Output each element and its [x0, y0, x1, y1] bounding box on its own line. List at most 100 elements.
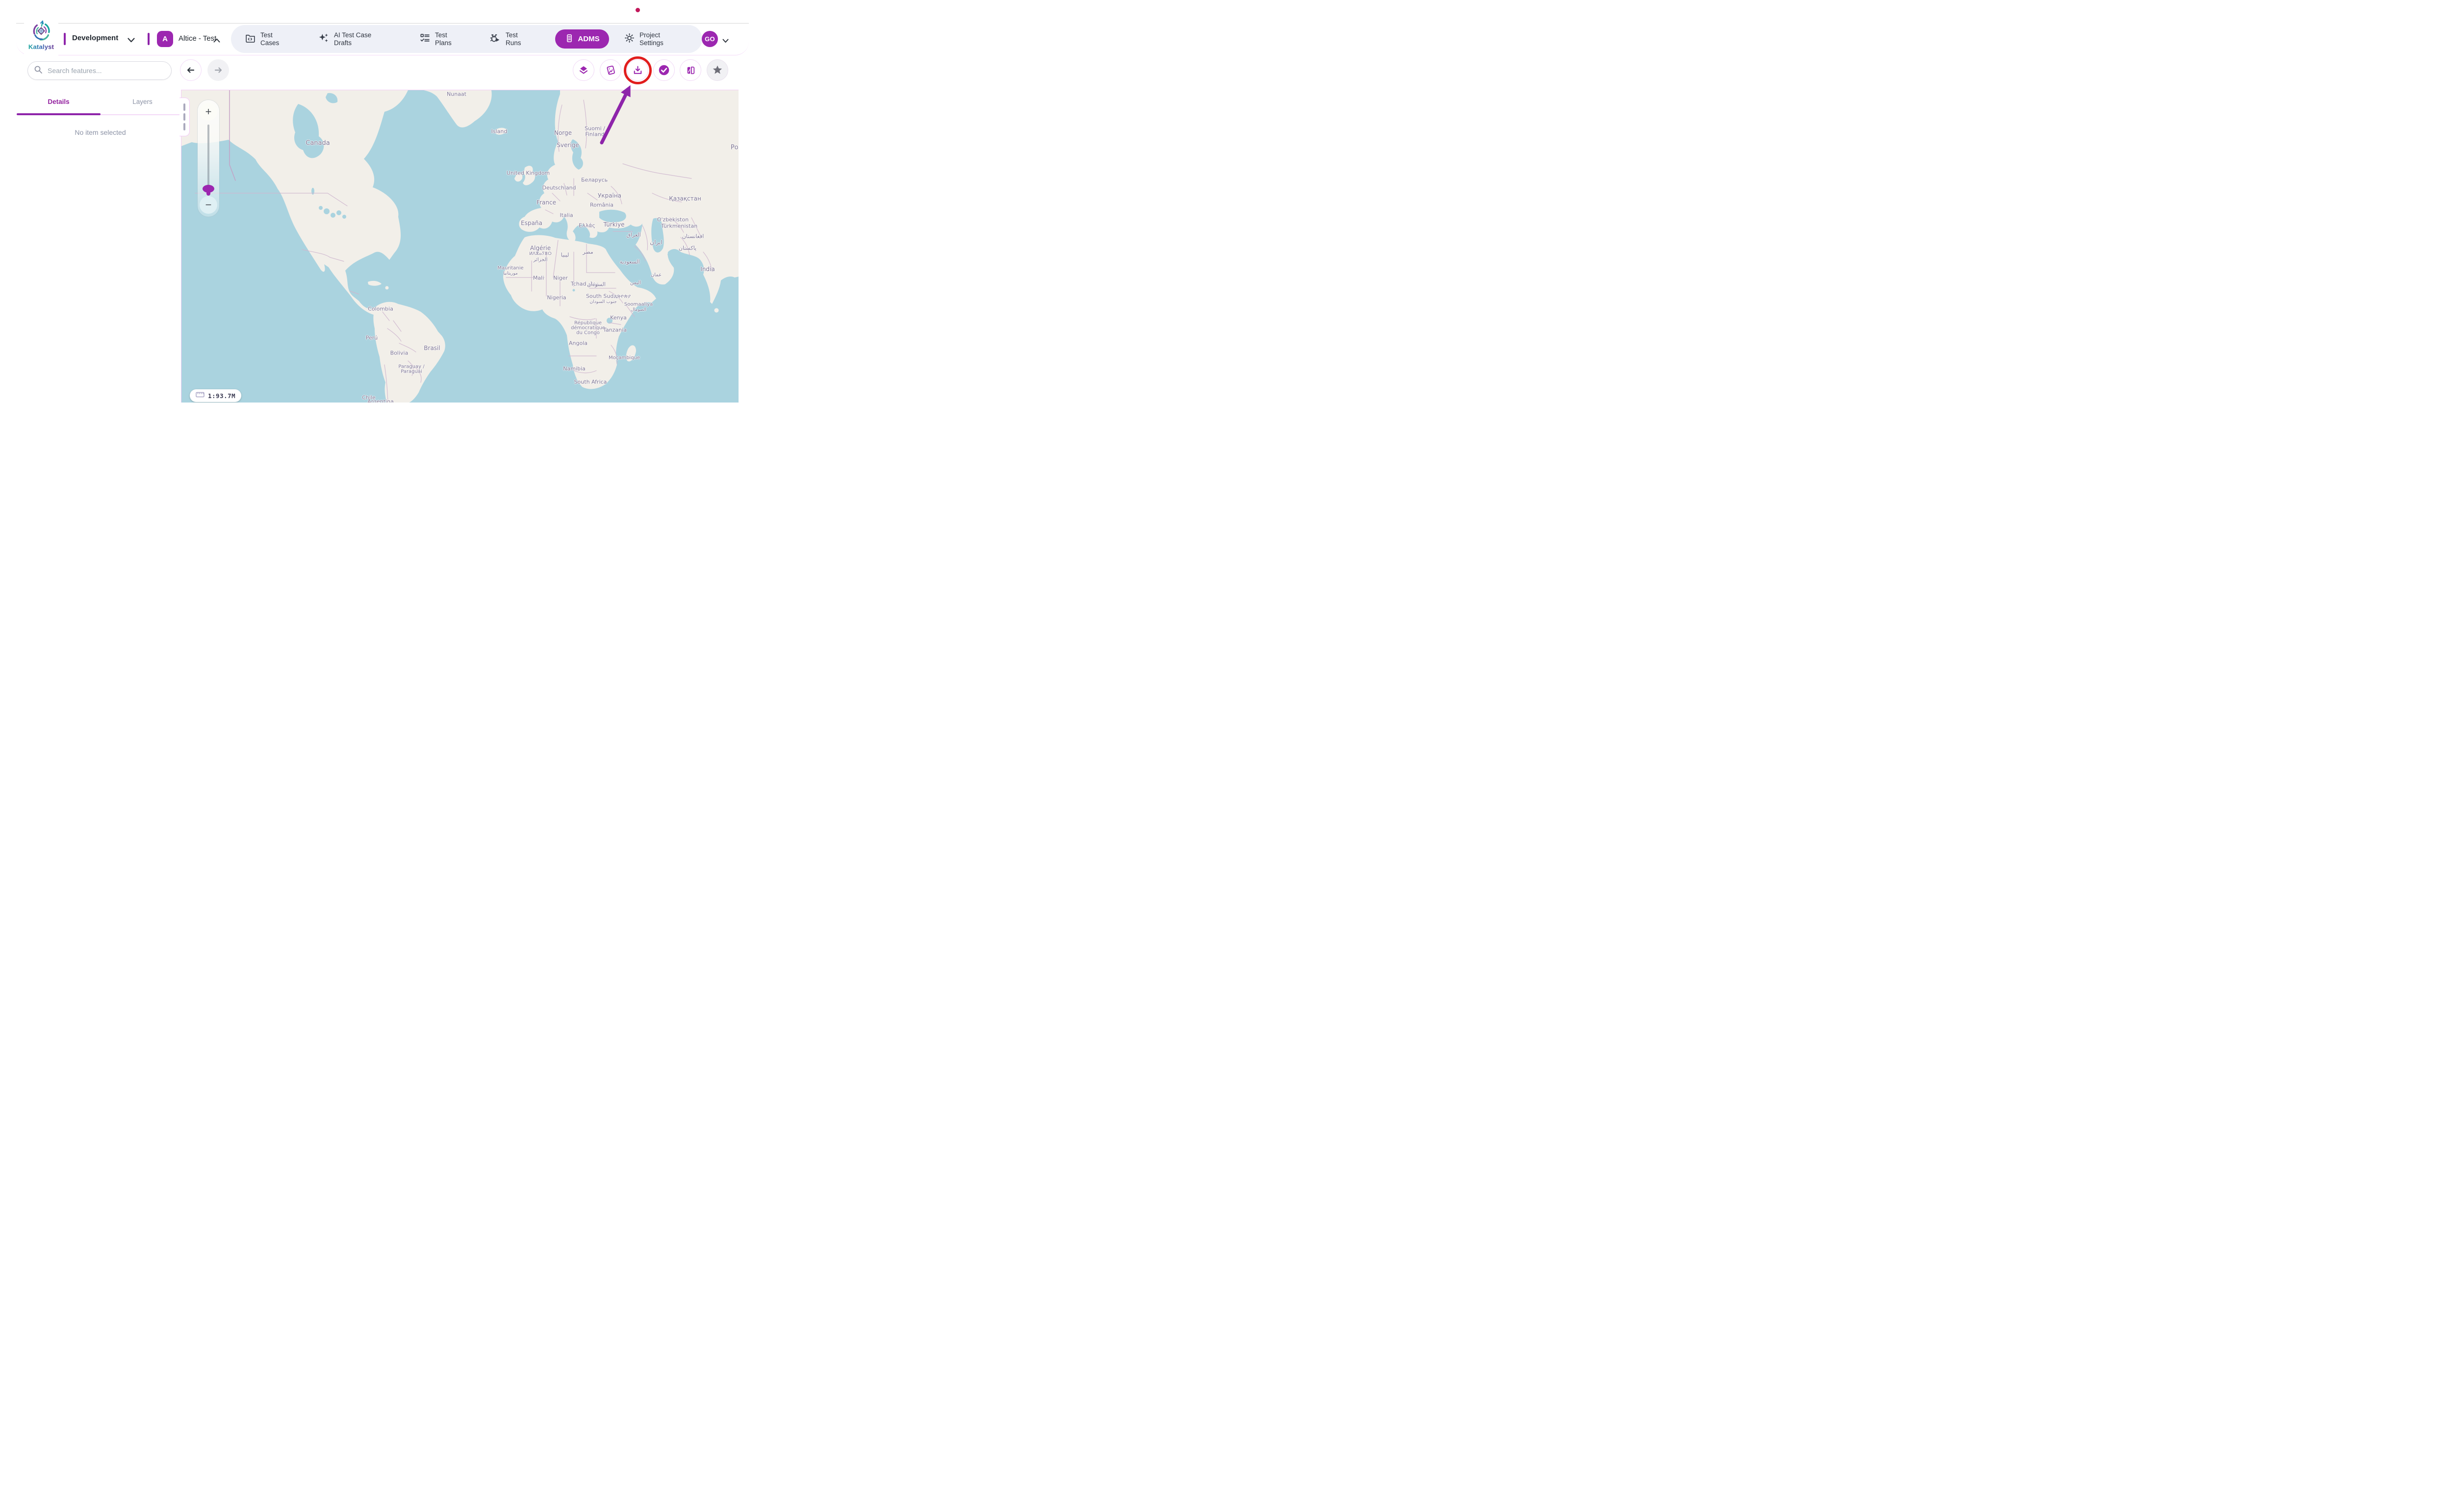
history-back-button[interactable] [180, 59, 202, 81]
nav-item-test-cases[interactable]: Test Cases [245, 25, 279, 53]
map-country-label: Україна [598, 192, 621, 199]
tab-layers[interactable]: Layers [101, 98, 184, 105]
map-country-label: Paraguái [401, 369, 422, 375]
zoom-control: + − [198, 100, 219, 217]
annotation-dot [636, 8, 640, 12]
map-country-label: عمان [651, 273, 662, 278]
app-logo[interactable]: Katalyst [24, 20, 58, 57]
map-country-label: ليبيا [561, 252, 569, 258]
map-country-label: Kenya [610, 315, 627, 321]
active-tab-indicator [17, 113, 101, 115]
map-country-label: Perú [366, 335, 378, 341]
map-canvas[interactable]: NunaatCanadaIslandNorgeSuomi /FinlandSve… [181, 90, 739, 403]
map-country-label: Türkiye [604, 221, 625, 228]
map-country-label: جنوب السودان [589, 300, 616, 304]
feature-search[interactable] [27, 61, 172, 80]
map-country-label: Nunaat [447, 91, 466, 98]
logo-wordmark: Katalyst [28, 43, 54, 50]
user-avatar[interactable]: GO [702, 31, 718, 47]
map-country-label: Norge [554, 129, 572, 136]
layers-button[interactable] [573, 59, 594, 81]
map-country-label: Namibia [563, 366, 586, 372]
map-country-label: Sverige [557, 142, 579, 149]
project-selector-label[interactable]: Altice - Test [179, 34, 216, 43]
nav-item-adms-active[interactable]: ADMS [555, 29, 609, 49]
map-country-label: الصومال [631, 307, 646, 312]
map-scale-indicator: 1:93.7M [190, 389, 241, 402]
zoom-in-button[interactable]: + [200, 103, 217, 121]
header-divider [148, 33, 150, 45]
map-country-label: اليمن [630, 280, 641, 286]
map-country-label: Россия [731, 144, 739, 151]
zoom-slider-thumb[interactable] [203, 185, 214, 196]
map-country-label: Ελλάς [579, 223, 595, 229]
empty-selection-message: No item selected [17, 128, 184, 136]
map-country-label: Colombia [368, 306, 393, 312]
map-country-label: ⵍⴷⵣⴰⵢⴻⵔ [529, 252, 552, 256]
map-country-label: افغانستان [682, 233, 704, 240]
map-country-label: România [590, 202, 613, 208]
map-country-label: Türkmenistan [661, 223, 697, 229]
map-country-label: Bolivia [390, 350, 409, 356]
validate-button[interactable] [653, 59, 675, 81]
map-country-label: Angola [569, 340, 587, 347]
map-country-label: South Africa [574, 379, 607, 385]
zoom-out-button[interactable]: − [200, 196, 217, 214]
nav-item-label: AI Test Case Drafts [334, 31, 371, 47]
bug-run-icon [490, 32, 501, 46]
logo-swirl-icon [30, 20, 52, 45]
map-country-label: Deutschland [542, 185, 576, 191]
map-country-label: Soomaaliya [624, 302, 653, 307]
map-country-label: Қазақстан [669, 195, 701, 202]
map-country-label: France [536, 199, 556, 206]
zoom-slider-track[interactable] [207, 125, 209, 194]
tab-details[interactable]: Details [17, 98, 101, 105]
map-country-label: Canada [306, 140, 330, 147]
nav-item-label: Project Settings [639, 31, 664, 47]
favorite-button[interactable] [707, 59, 728, 81]
checklist-icon [419, 32, 431, 46]
chevron-down-icon[interactable] [128, 36, 135, 45]
map-country-label: Argentina [367, 399, 394, 403]
map-country-label: du Congo [576, 330, 600, 336]
tab-bar-divider [101, 114, 184, 115]
scale-value: 1:93.7M [208, 392, 235, 400]
annotation-red-circle [624, 56, 652, 84]
map-country-label: O'zbekiston [657, 217, 689, 223]
history-forward-button[interactable] [207, 59, 229, 81]
nav-item-project-settings[interactable]: Project Settings [624, 25, 664, 53]
map-country-label: Brasil [424, 345, 440, 352]
map-country-label: Mali [533, 275, 544, 281]
nav-item-ai-test-case-drafts[interactable]: AI Test Case Drafts [318, 25, 371, 53]
app-window: Katalyst Development A Altice - Test [0, 0, 755, 429]
chevron-down-icon[interactable] [722, 37, 729, 46]
map-country-label: Mauritanie [497, 266, 523, 271]
folder-code-icon [245, 32, 256, 46]
gear-icon [624, 32, 635, 46]
nav-item-test-runs[interactable]: Test Runs [490, 25, 521, 53]
nav-item-test-plans[interactable]: Test Plans [419, 25, 452, 53]
project-avatar[interactable]: A [157, 31, 173, 47]
map-country-label: España [521, 220, 542, 227]
map-country-label: Tanzania [603, 327, 627, 333]
map-country-label: السودان [587, 281, 606, 288]
ruler-icon [196, 391, 204, 400]
basemap-style-button[interactable] [600, 59, 621, 81]
compare-map-button[interactable] [680, 59, 701, 81]
map-country-label: Algérie [530, 245, 551, 252]
server-icon [564, 33, 574, 45]
map-country-label: مصر [583, 249, 593, 255]
map-labels-layer: NunaatCanadaIslandNorgeSuomi /FinlandSve… [181, 90, 739, 403]
environment-selector-label[interactable]: Development [72, 34, 118, 42]
header: Katalyst Development A Altice - Test [16, 23, 749, 55]
map-country-label: Nigeria [547, 295, 566, 301]
map-country-label: Niger [553, 275, 568, 281]
search-input[interactable] [47, 66, 165, 75]
search-icon [34, 65, 43, 76]
map-country-label: ايران [650, 239, 662, 246]
chevron-up-icon[interactable] [213, 36, 220, 45]
nav-item-label: ADMS [578, 35, 599, 43]
sidebar-collapse-handle[interactable] [179, 98, 190, 136]
nav-item-label: Test Runs [506, 31, 521, 47]
map-country-label: Беларусь [581, 177, 608, 183]
